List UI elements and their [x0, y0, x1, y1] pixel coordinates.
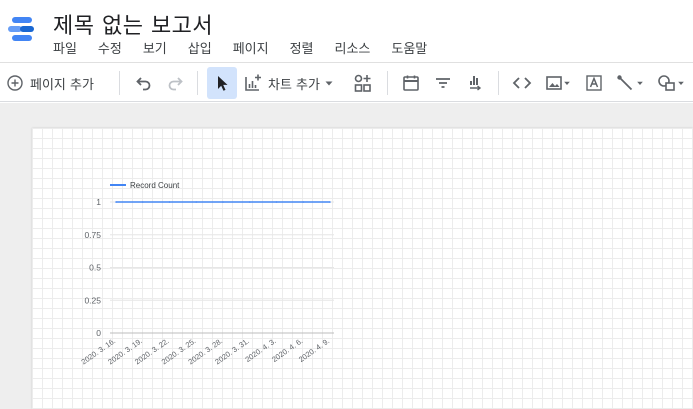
- y-tick-label: 1: [96, 197, 101, 207]
- add-circle-icon: [7, 75, 23, 91]
- add-control-button[interactable]: [350, 63, 376, 103]
- shape-icon: [658, 75, 675, 91]
- add-page-button[interactable]: 페이지 추가: [6, 63, 108, 103]
- redo-button[interactable]: [162, 63, 188, 103]
- looker-studio-logo-icon[interactable]: [8, 14, 40, 46]
- data-point: [141, 201, 144, 203]
- y-tick-label: 0: [96, 328, 101, 338]
- report-canvas: Record Count 0 0.25 0.5 0.75 1 2020. 3. 16. 202…: [0, 103, 693, 409]
- data-point: [195, 201, 198, 203]
- time-series-chart[interactable]: Record Count00.250.50.7512020. 3. 16.202…: [32, 128, 372, 378]
- data-point: [222, 201, 224, 203]
- add-chart-icon: [245, 74, 261, 91]
- menu-bar: 파일 수정 보기 삽입 페이지 정렬 리소스 도움말: [53, 38, 448, 57]
- image-button[interactable]: [541, 63, 575, 103]
- add-page-label: 페이지 추가: [30, 77, 94, 93]
- report-page[interactable]: Record Count 0 0.25 0.5 0.75 1 2020. 3. 16. 202…: [32, 128, 693, 409]
- menu-edit[interactable]: 수정: [98, 38, 122, 57]
- data-point: [115, 201, 117, 203]
- y-tick-label: 0.5: [89, 263, 101, 273]
- cursor-icon: [218, 76, 228, 91]
- menu-page[interactable]: 페이지: [233, 38, 269, 57]
- line-dropdown-icon: [637, 81, 643, 85]
- redo-icon: [168, 77, 183, 91]
- calendar-icon: [403, 75, 419, 91]
- line-button[interactable]: [612, 63, 648, 103]
- menu-file[interactable]: 파일: [53, 38, 77, 57]
- data-control-icon: [470, 76, 482, 91]
- toolbar: 페이지 추가 차트 추가: [0, 62, 693, 102]
- filter-icon: [436, 78, 450, 88]
- dropdown-arrow-icon: [325, 81, 333, 86]
- y-tick-label: 0.25: [84, 295, 101, 305]
- date-range-button[interactable]: [398, 63, 424, 103]
- shape-button[interactable]: [652, 63, 690, 103]
- menu-resource[interactable]: 리소스: [335, 38, 371, 57]
- menu-help[interactable]: 도움말: [391, 38, 427, 57]
- data-point: [275, 201, 278, 203]
- line-icon: [617, 75, 633, 91]
- data-point: [248, 201, 251, 203]
- report-title[interactable]: 제목 없는 보고서: [53, 8, 213, 40]
- app-header: 제목 없는 보고서 파일 수정 보기 삽입 페이지 정렬 리소스 도움말: [0, 0, 693, 62]
- image-dropdown-icon: [564, 81, 570, 85]
- data-control-button[interactable]: [462, 63, 488, 103]
- code-icon: [512, 77, 532, 89]
- add-control-icon: [354, 74, 371, 92]
- menu-arrange[interactable]: 정렬: [290, 38, 314, 57]
- add-chart-button[interactable]: 차트 추가: [243, 63, 343, 103]
- text-box-icon: [586, 75, 602, 91]
- filter-button[interactable]: [430, 63, 456, 103]
- y-tick-label: 0.75: [84, 230, 101, 240]
- image-icon: [546, 76, 562, 90]
- select-tool-button[interactable]: [207, 67, 237, 99]
- menu-view[interactable]: 보기: [143, 38, 167, 57]
- legend-label: Record Count: [130, 181, 180, 190]
- undo-icon: [136, 77, 151, 91]
- undo-button[interactable]: [131, 63, 157, 103]
- data-point: [168, 201, 171, 203]
- add-chart-label: 차트 추가: [268, 77, 320, 93]
- embed-url-button[interactable]: [508, 63, 536, 103]
- menu-insert[interactable]: 삽입: [188, 38, 212, 57]
- data-point: [302, 201, 305, 203]
- text-button[interactable]: [581, 63, 607, 103]
- data-point: [329, 201, 331, 203]
- shape-dropdown-icon: [678, 81, 684, 85]
